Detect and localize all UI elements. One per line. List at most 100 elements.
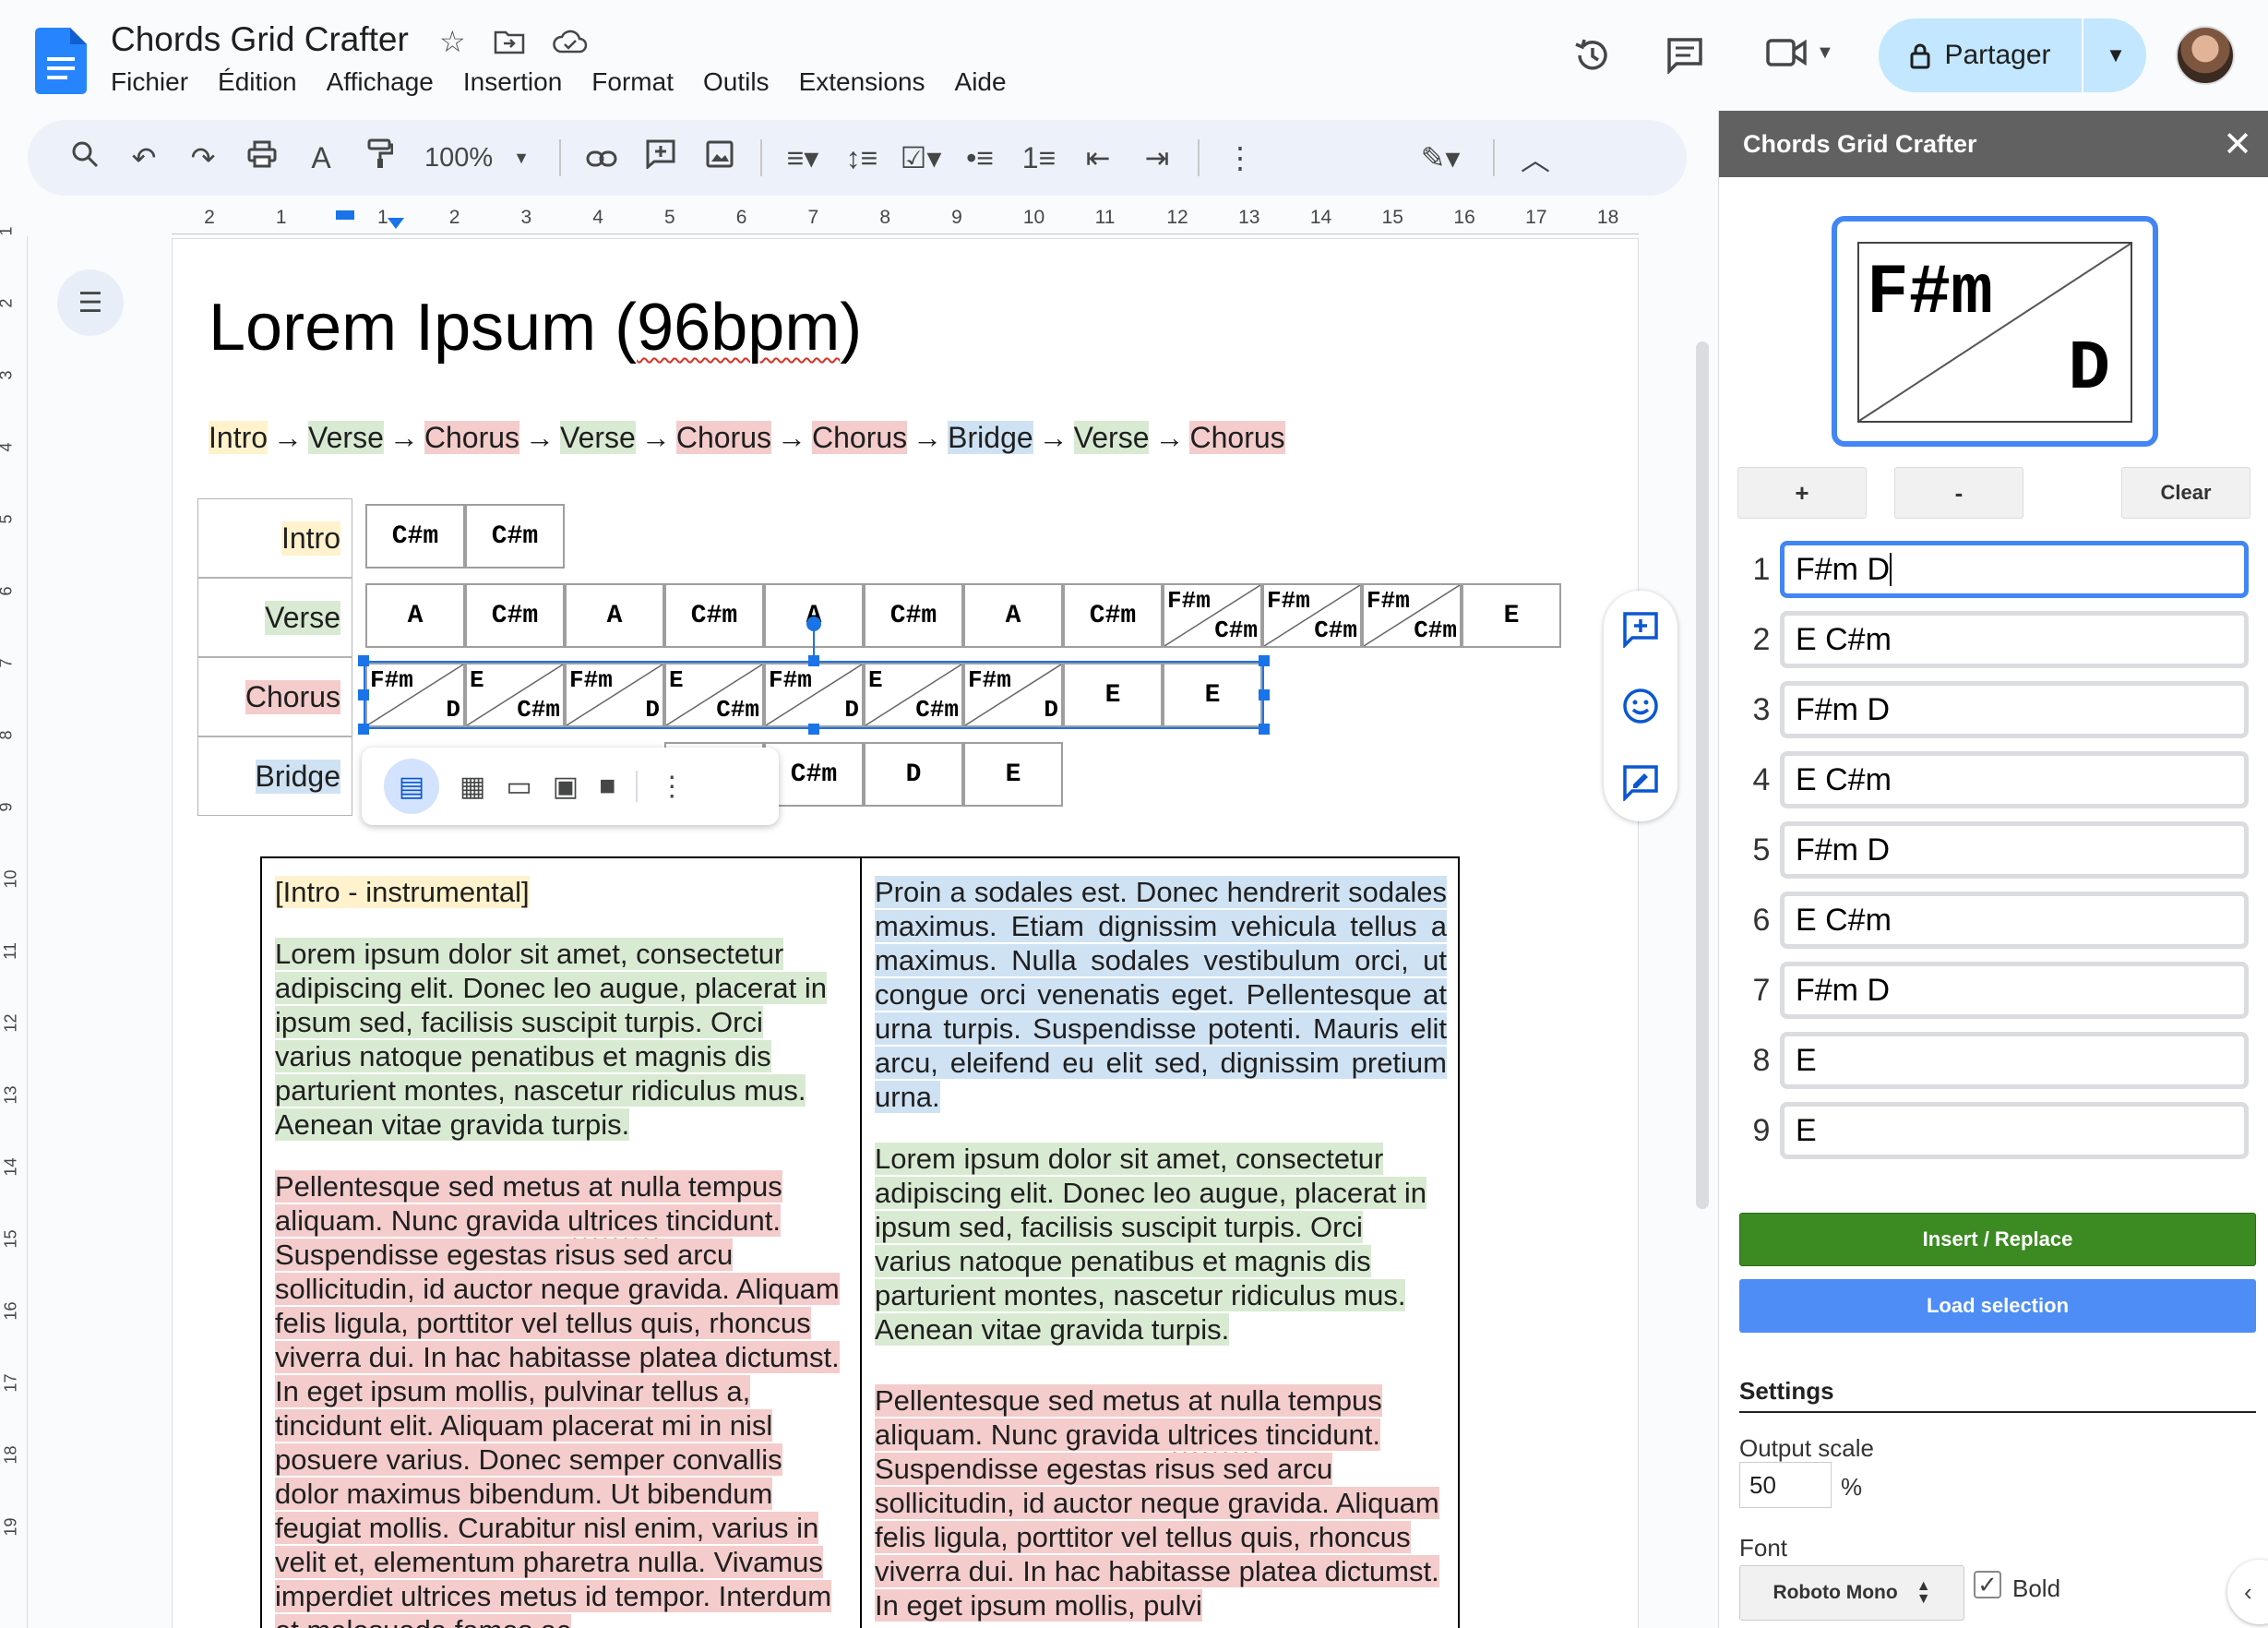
- add-row-button[interactable]: +: [1737, 467, 1867, 519]
- line-spacing-icon[interactable]: ↕≡: [832, 141, 891, 175]
- more-options-icon[interactable]: ⋮: [658, 771, 686, 803]
- chord-row-input[interactable]: F#m D: [1780, 541, 2249, 598]
- search-icon[interactable]: [55, 140, 114, 175]
- insert-image-icon[interactable]: [690, 140, 749, 175]
- paint-format-icon[interactable]: [351, 138, 410, 177]
- star-icon[interactable]: ☆: [439, 24, 466, 59]
- spellcheck-icon[interactable]: A: [292, 141, 351, 175]
- menu-fichier[interactable]: Fichier: [111, 67, 188, 97]
- menu-aide[interactable]: Aide: [955, 67, 1007, 97]
- undo-icon[interactable]: ↶: [114, 140, 173, 175]
- grid-row-label[interactable]: Verse: [197, 578, 352, 657]
- resize-handle[interactable]: [358, 655, 369, 666]
- chord-cell[interactable]: A: [365, 583, 465, 648]
- chord-row-input[interactable]: E C#m: [1780, 892, 2249, 949]
- move-folder-icon[interactable]: [494, 29, 525, 54]
- chord-row-input[interactable]: F#m D: [1780, 821, 2249, 879]
- suggest-edits-icon[interactable]: [1622, 764, 1659, 802]
- horizontal-ruler[interactable]: 2 1 1 2 3 4 5 6 7 8 9 10 11 12 13 14 15 16 17 18: [172, 207, 1639, 234]
- add-emoji-icon[interactable]: [1622, 688, 1659, 724]
- bold-checkbox[interactable]: ✓: [1974, 1571, 2001, 1598]
- chord-row-input[interactable]: F#m D: [1780, 962, 2249, 1019]
- resize-handle[interactable]: [1259, 689, 1270, 700]
- chord-row-input[interactable]: E C#m: [1780, 751, 2249, 808]
- chord-cell[interactable]: E: [1462, 583, 1561, 648]
- chord-cell[interactable]: F#m C#m: [1362, 583, 1462, 648]
- docs-logo-icon[interactable]: [35, 28, 87, 94]
- image-selection-box[interactable]: [364, 661, 1264, 729]
- chord-row-input[interactable]: F#m D: [1780, 681, 2249, 738]
- scrollbar[interactable]: [1696, 341, 1709, 1209]
- chord-cell[interactable]: C#m: [764, 742, 864, 807]
- song-structure-line[interactable]: Intro → Verse → Chorus → Verse → Chorus → Chorus → B…: [209, 421, 1285, 455]
- chord-cell[interactable]: C#m: [1063, 583, 1163, 648]
- more-options-icon[interactable]: ⋮: [1211, 140, 1270, 175]
- chord-cell[interactable]: C#m: [465, 583, 565, 648]
- chord-cell[interactable]: F#m C#m: [1262, 583, 1362, 648]
- decrease-indent-icon[interactable]: ⇤: [1068, 140, 1128, 175]
- close-icon[interactable]: ✕: [2223, 124, 2252, 165]
- checklist-icon[interactable]: ☑▾: [891, 140, 950, 175]
- insert-replace-button[interactable]: Insert / Replace: [1739, 1213, 2256, 1266]
- output-scale-input[interactable]: 50: [1739, 1462, 1832, 1508]
- menu-format[interactable]: Format: [591, 67, 674, 97]
- remove-row-button[interactable]: -: [1894, 467, 2023, 519]
- resize-handle[interactable]: [358, 689, 369, 700]
- menu-extensions[interactable]: Extensions: [799, 67, 925, 97]
- document-heading[interactable]: Lorem Ipsum (96bpm): [209, 290, 862, 365]
- align-icon[interactable]: ≡▾: [773, 140, 832, 175]
- resize-handle[interactable]: [1259, 724, 1270, 735]
- share-dropdown-icon[interactable]: ▼: [2085, 18, 2146, 92]
- numbered-list-icon[interactable]: 1≡: [1009, 141, 1068, 175]
- document-outline-icon[interactable]: ☰: [57, 269, 124, 336]
- print-icon[interactable]: [233, 140, 292, 175]
- resize-handle[interactable]: [358, 724, 369, 735]
- resize-handle[interactable]: [1259, 655, 1270, 666]
- menu-affichage[interactable]: Affichage: [327, 67, 434, 97]
- chord-cell[interactable]: E: [963, 742, 1063, 807]
- lyrics-table[interactable]: [Intro - instrumental] Lorem ipsum dolor…: [260, 856, 1460, 1628]
- indent-marker[interactable]: [336, 210, 354, 220]
- chord-cell[interactable]: A: [565, 583, 664, 648]
- inline-wrap-icon[interactable]: ▤: [384, 759, 439, 814]
- document-title[interactable]: Chords Grid Crafter: [111, 20, 409, 59]
- break-text-icon[interactable]: ▭: [506, 771, 531, 803]
- chord-cell[interactable]: A: [963, 583, 1063, 648]
- chord-row-input[interactable]: E: [1780, 1102, 2249, 1159]
- cloud-saved-icon[interactable]: [552, 29, 588, 54]
- avatar[interactable]: [2176, 26, 2235, 85]
- insert-link-icon[interactable]: [572, 141, 631, 175]
- resize-handle[interactable]: [808, 724, 819, 735]
- grid-row-label[interactable]: Chorus: [197, 657, 352, 736]
- add-comment-icon[interactable]: [1622, 611, 1659, 648]
- share-button[interactable]: Partager: [1879, 18, 2083, 92]
- chord-cell[interactable]: C#m: [365, 504, 465, 569]
- comments-icon[interactable]: [1666, 37, 1703, 74]
- version-history-icon[interactable]: [1572, 35, 1613, 76]
- behind-text-icon[interactable]: ▣: [553, 771, 579, 803]
- chord-cell[interactable]: C#m: [864, 583, 963, 648]
- editing-mode-icon[interactable]: ✎▾: [1399, 140, 1482, 175]
- wrap-text-icon[interactable]: ▦: [460, 771, 485, 803]
- zoom-select[interactable]: 100% ▼: [410, 143, 548, 174]
- load-selection-button[interactable]: Load selection: [1739, 1279, 2256, 1333]
- in-front-text-icon[interactable]: ■: [599, 771, 615, 802]
- grid-row-label[interactable]: Intro: [197, 498, 352, 578]
- chord-row-input[interactable]: E C#m: [1780, 611, 2249, 668]
- meet-button[interactable]: ▼: [1766, 37, 1834, 68]
- lyrics-right-column[interactable]: Proin a sodales est. Donec hendrerit sod…: [862, 858, 1460, 1628]
- chord-cell[interactable]: C#m: [465, 504, 565, 569]
- first-line-indent-marker[interactable]: [388, 218, 404, 229]
- chord-cell[interactable]: F#m C#m: [1163, 583, 1262, 648]
- lyrics-left-column[interactable]: [Intro - instrumental] Lorem ipsum dolor…: [262, 858, 860, 1628]
- chord-cell[interactable]: D: [864, 742, 963, 807]
- chord-row-input[interactable]: E: [1780, 1032, 2249, 1089]
- increase-indent-icon[interactable]: ⇥: [1128, 140, 1187, 175]
- grid-row-label[interactable]: Bridge: [197, 736, 352, 816]
- menu-outils[interactable]: Outils: [703, 67, 770, 97]
- menu-insertion[interactable]: Insertion: [463, 67, 562, 97]
- hide-menus-icon[interactable]: ︿: [1506, 137, 1565, 179]
- menu-edition[interactable]: Édition: [218, 67, 297, 97]
- font-select[interactable]: Roboto Mono ▲ ▼: [1739, 1565, 1964, 1621]
- chord-cell[interactable]: C#m: [664, 583, 764, 648]
